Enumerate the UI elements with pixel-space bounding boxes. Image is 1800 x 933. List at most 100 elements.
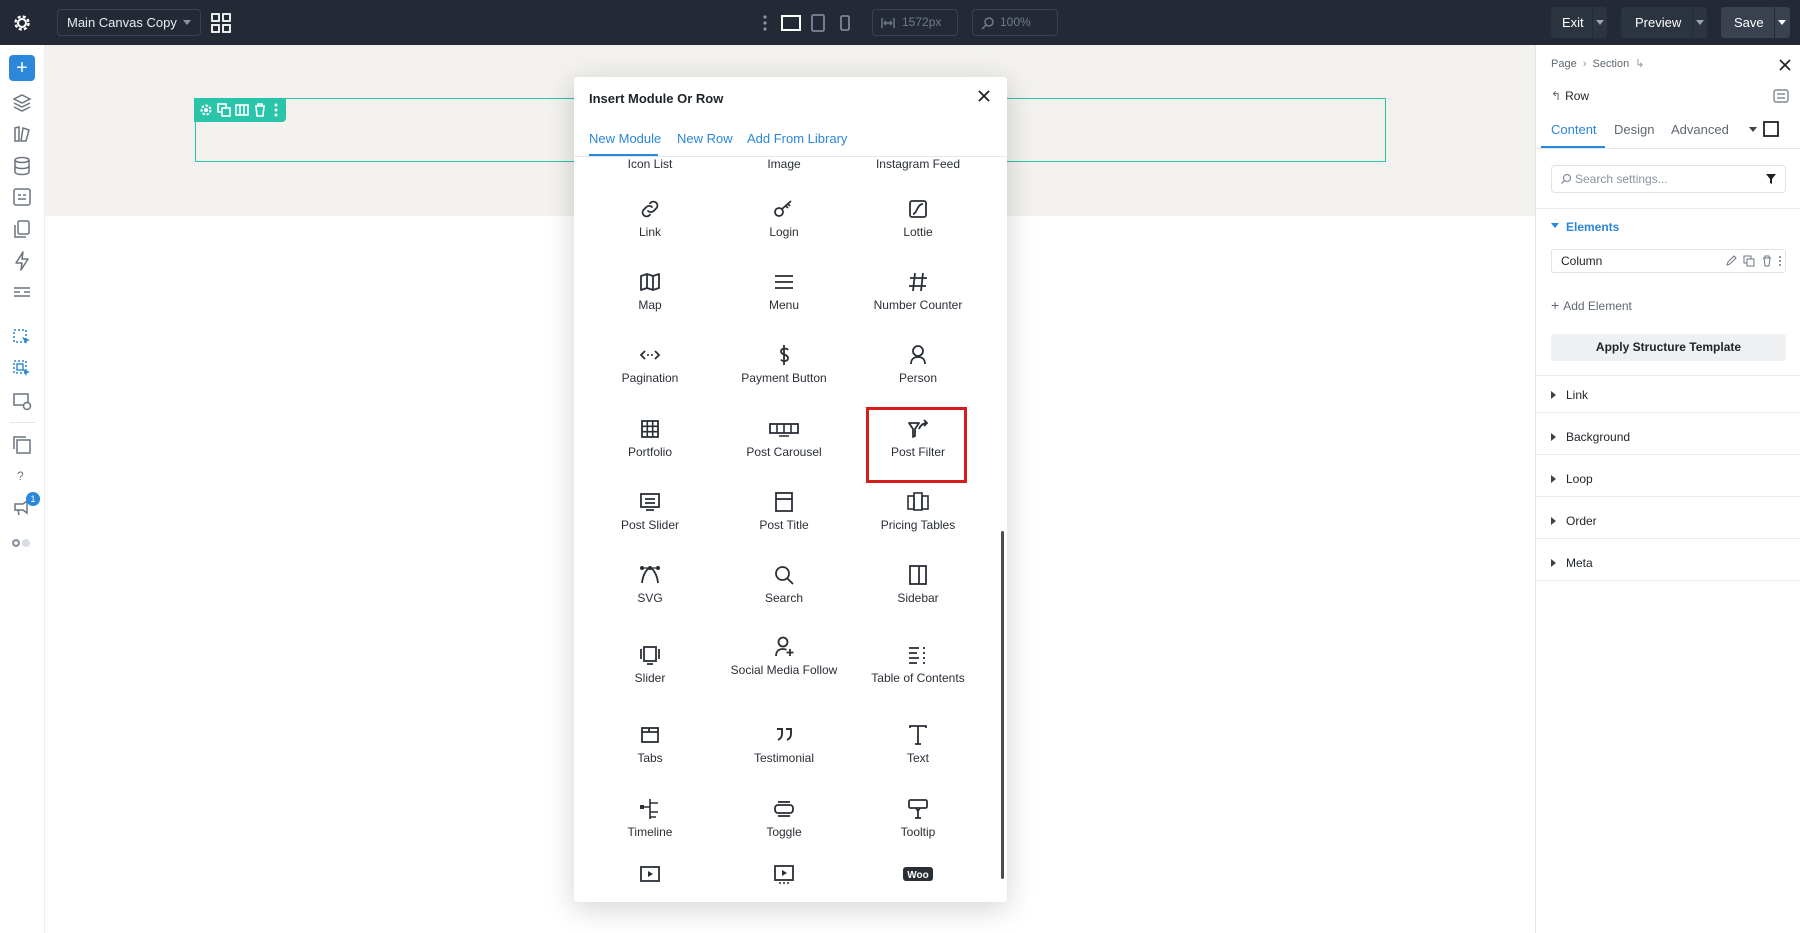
row-delete-icon[interactable] (252, 102, 268, 118)
module-link[interactable]: Link (590, 197, 710, 247)
tab-new-module[interactable]: New Module (589, 131, 661, 146)
module-pricing-tables[interactable]: Pricing Tables (858, 490, 978, 540)
multi-select-icon[interactable] (11, 358, 33, 380)
module-post-slider[interactable]: Post Slider (590, 490, 710, 540)
section-order[interactable]: Order (1566, 514, 1597, 528)
section-loop[interactable]: Loop (1566, 472, 1593, 486)
module-menu[interactable]: Menu (724, 270, 844, 320)
canvas-select[interactable]: Main Canvas Copy (57, 9, 201, 36)
add-button[interactable]: + (9, 55, 35, 81)
row-columns-icon[interactable] (234, 102, 250, 118)
zoom-field[interactable]: 100% (972, 9, 1058, 36)
column-element-row[interactable]: Column (1551, 249, 1786, 273)
help-icon[interactable]: ? (17, 469, 24, 483)
chevron-down-icon[interactable] (1778, 20, 1786, 25)
module-search[interactable]: Search (724, 563, 844, 613)
layout-grid-icon[interactable] (210, 12, 232, 34)
caret-right-icon[interactable] (1551, 559, 1556, 567)
canvas-width-field[interactable]: 1572px (872, 9, 958, 36)
caret-right-icon[interactable] (1551, 433, 1556, 441)
chevron-down-icon[interactable] (1596, 20, 1604, 25)
lightning-icon[interactable] (11, 250, 33, 272)
module-label: Login (769, 225, 799, 239)
module-post-title[interactable]: Post Title (724, 490, 844, 540)
module-text[interactable]: Text (858, 723, 978, 773)
tab-design[interactable]: Design (1614, 122, 1654, 137)
pages-icon[interactable] (11, 218, 33, 240)
module-tabs[interactable]: Tabs (590, 723, 710, 773)
module-post-carousel[interactable]: Post Carousel (724, 417, 844, 467)
add-element-button[interactable]: + Add Element (1551, 297, 1632, 313)
caret-right-icon[interactable] (1551, 391, 1556, 399)
apply-structure-template-button[interactable]: Apply Structure Template (1551, 334, 1786, 361)
module-tooltip[interactable]: Tooltip (858, 797, 978, 847)
element-options-icon[interactable] (1773, 88, 1789, 104)
module-pagination[interactable]: Pagination (590, 343, 710, 393)
phone-view-icon[interactable] (834, 12, 856, 34)
column-actions-icon[interactable] (1725, 255, 1783, 267)
settings-gear-icon[interactable] (10, 11, 34, 35)
module-video-slider[interactable] (724, 862, 844, 902)
caret-right-icon[interactable] (1551, 517, 1556, 525)
back-arrow-icon[interactable]: ↰ (1551, 89, 1561, 103)
tab-add-from-library[interactable]: Add From Library (747, 131, 847, 146)
row-duplicate-icon[interactable] (216, 102, 232, 118)
section-background[interactable]: Background (1566, 430, 1630, 444)
tablet-view-icon[interactable] (807, 12, 829, 34)
save-button[interactable]: Save (1721, 7, 1790, 38)
module-login[interactable]: Login (724, 197, 844, 247)
row-settings-icon[interactable] (198, 102, 214, 118)
module-toggle[interactable]: Toggle (724, 797, 844, 847)
desktop-view-icon[interactable] (780, 12, 802, 34)
module-sidebar[interactable]: Sidebar (858, 563, 978, 613)
responsive-view-icon[interactable] (11, 390, 33, 412)
module-map[interactable]: Map (590, 270, 710, 320)
module-table-of-contents[interactable]: Table of Contents (858, 643, 978, 693)
section-link[interactable]: Link (1566, 388, 1588, 402)
module-label: Person (898, 371, 938, 385)
modal-scrollbar[interactable] (1001, 531, 1004, 879)
tab-advanced[interactable]: Advanced (1671, 122, 1729, 137)
module-video[interactable] (590, 862, 710, 902)
module-payment-button[interactable]: Payment Button (724, 343, 844, 393)
module-lottie[interactable]: Lottie (858, 197, 978, 247)
elements-heading[interactable]: Elements (1566, 220, 1619, 234)
preview-button[interactable]: Preview (1621, 7, 1707, 38)
breadcrumb-page[interactable]: Page (1551, 58, 1577, 70)
close-icon[interactable] (1778, 58, 1792, 72)
preset-square-icon[interactable] (1762, 120, 1780, 138)
templates-icon[interactable] (11, 434, 33, 456)
exit-label: Exit (1562, 15, 1584, 30)
page-settings-icon[interactable] (11, 186, 33, 208)
module-slider[interactable]: Slider (590, 643, 710, 693)
exit-button[interactable]: Exit (1551, 7, 1607, 38)
cursor-select-icon[interactable] (11, 327, 33, 349)
database-icon[interactable] (11, 155, 33, 177)
module-portfolio[interactable]: Portfolio (590, 417, 710, 467)
layers-icon[interactable] (11, 92, 33, 114)
sliders-icon[interactable] (11, 281, 33, 303)
theme-toggle-icon[interactable] (11, 538, 33, 548)
module-timeline[interactable]: Timeline (590, 797, 710, 847)
module-testimonial[interactable]: Testimonial (724, 723, 844, 773)
row-more-icon[interactable] (268, 102, 284, 118)
search-icon (1561, 173, 1572, 184)
breadcrumb-section[interactable]: Section (1593, 58, 1630, 70)
caret-down-icon[interactable] (1551, 223, 1559, 228)
filter-icon[interactable] (1765, 173, 1777, 185)
tab-new-row[interactable]: New Row (677, 131, 733, 146)
caret-right-icon[interactable] (1551, 475, 1556, 483)
design-library-icon[interactable] (11, 123, 33, 145)
module-svg[interactable]: SVG (590, 563, 710, 613)
tab-content[interactable]: Content (1551, 122, 1597, 137)
search-settings-input[interactable]: Search settings... (1551, 165, 1786, 193)
close-icon[interactable] (976, 88, 992, 104)
chevron-down-icon[interactable] (1749, 127, 1757, 132)
module-number-counter[interactable]: Number Counter (858, 270, 978, 320)
module-social-media-follow[interactable]: Social Media Follow (724, 635, 844, 695)
more-vertical-icon[interactable] (760, 13, 770, 33)
section-meta[interactable]: Meta (1566, 556, 1593, 570)
chevron-down-icon[interactable] (1696, 20, 1704, 25)
module-person[interactable]: Person (858, 343, 978, 393)
module-woo[interactable]: Woo (858, 862, 978, 902)
